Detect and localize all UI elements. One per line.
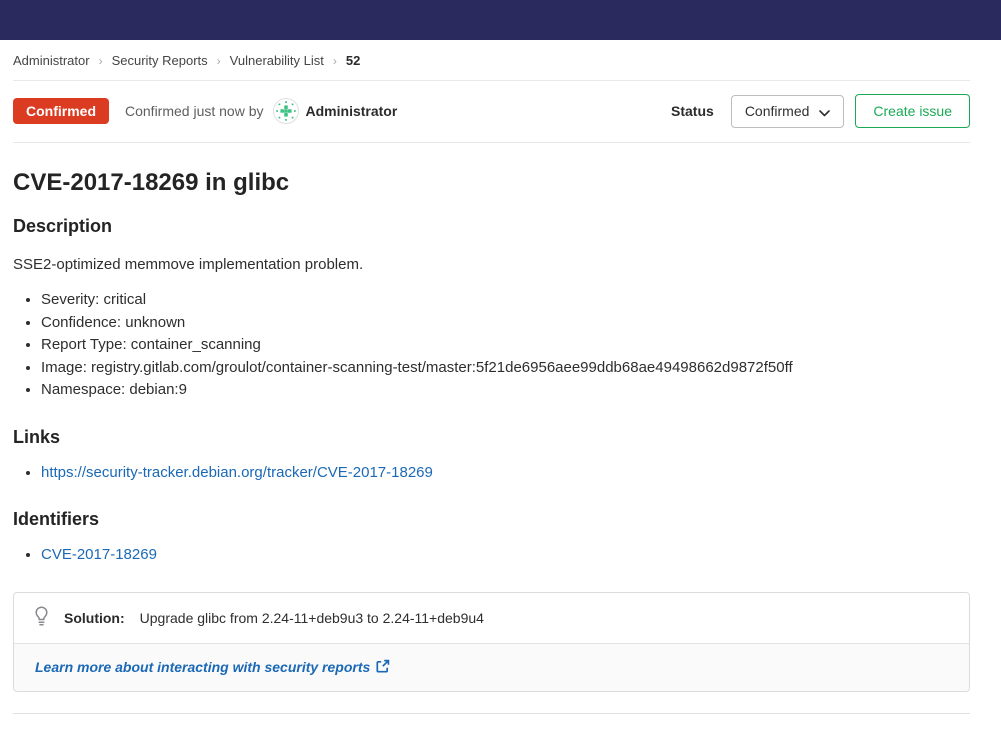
- breadcrumb-current-page: 52: [346, 53, 360, 68]
- lightbulb-icon: [34, 606, 49, 629]
- create-issue-button[interactable]: Create issue: [855, 94, 970, 128]
- top-navbar: [0, 0, 1001, 40]
- page-title: CVE-2017-18269 in glibc: [13, 167, 970, 198]
- status-badge: Confirmed: [13, 98, 109, 124]
- page-container: Administrator › Security Reports › Vulne…: [13, 40, 970, 714]
- solution-text: Upgrade glibc from 2.24-11+deb9u3 to 2.2…: [140, 610, 484, 626]
- breadcrumb: Administrator › Security Reports › Vulne…: [13, 40, 970, 81]
- breadcrumb-item-security-reports[interactable]: Security Reports: [112, 53, 208, 68]
- solution-row: Solution: Upgrade glibc from 2.24-11+deb…: [14, 593, 969, 643]
- user-avatar[interactable]: [273, 98, 299, 124]
- security-tracker-link[interactable]: https://security-tracker.debian.org/trac…: [41, 464, 433, 481]
- links-list: https://security-tracker.debian.org/trac…: [13, 462, 970, 485]
- solution-card: Solution: Upgrade glibc from 2.24-11+deb…: [13, 592, 970, 692]
- description-heading: Description: [13, 215, 970, 238]
- breadcrumb-item-administrator[interactable]: Administrator: [13, 53, 90, 68]
- breadcrumb-item-vulnerability-list[interactable]: Vulnerability List: [230, 53, 324, 68]
- activity-text: Confirmed just now by: [125, 103, 264, 119]
- list-item: https://security-tracker.debian.org/trac…: [41, 462, 970, 485]
- detail-item-confidence: Confidence: unknown: [41, 312, 970, 335]
- status-bar: Confirmed Confirmed just now by: [13, 81, 970, 143]
- breadcrumb-separator: ›: [217, 54, 221, 68]
- learn-more-link[interactable]: Learn more about interacting with securi…: [35, 659, 390, 676]
- vulnerability-detail-list: Severity: critical Confidence: unknown R…: [13, 289, 970, 402]
- breadcrumb-separator: ›: [99, 54, 103, 68]
- learn-more-label: Learn more about interacting with securi…: [35, 659, 370, 675]
- links-heading: Links: [13, 426, 970, 449]
- identifiers-list: CVE-2017-18269: [13, 544, 970, 567]
- status-label: Status: [671, 103, 714, 119]
- detail-item-image: Image: registry.gitlab.com/groulot/conta…: [41, 357, 970, 380]
- detail-item-report-type: Report Type: container_scanning: [41, 334, 970, 357]
- cve-identifier-link[interactable]: CVE-2017-18269: [41, 546, 157, 563]
- description-summary: SSE2-optimized memmove implementation pr…: [13, 254, 970, 276]
- status-actions: Status Confirmed Create issue: [671, 94, 970, 128]
- list-item: CVE-2017-18269: [41, 544, 970, 567]
- identifiers-heading: Identifiers: [13, 508, 970, 531]
- status-dropdown-value: Confirmed: [745, 103, 810, 119]
- detail-item-namespace: Namespace: debian:9: [41, 379, 970, 402]
- chevron-down-icon: [819, 104, 830, 120]
- status-dropdown[interactable]: Confirmed: [731, 95, 845, 128]
- breadcrumb-separator: ›: [333, 54, 337, 68]
- user-name-link[interactable]: Administrator: [306, 103, 398, 119]
- section-divider: [13, 713, 970, 714]
- solution-label: Solution:: [64, 610, 125, 626]
- external-link-icon: [376, 659, 390, 676]
- solution-card-footer: Learn more about interacting with securi…: [14, 643, 969, 691]
- detail-item-severity: Severity: critical: [41, 289, 970, 312]
